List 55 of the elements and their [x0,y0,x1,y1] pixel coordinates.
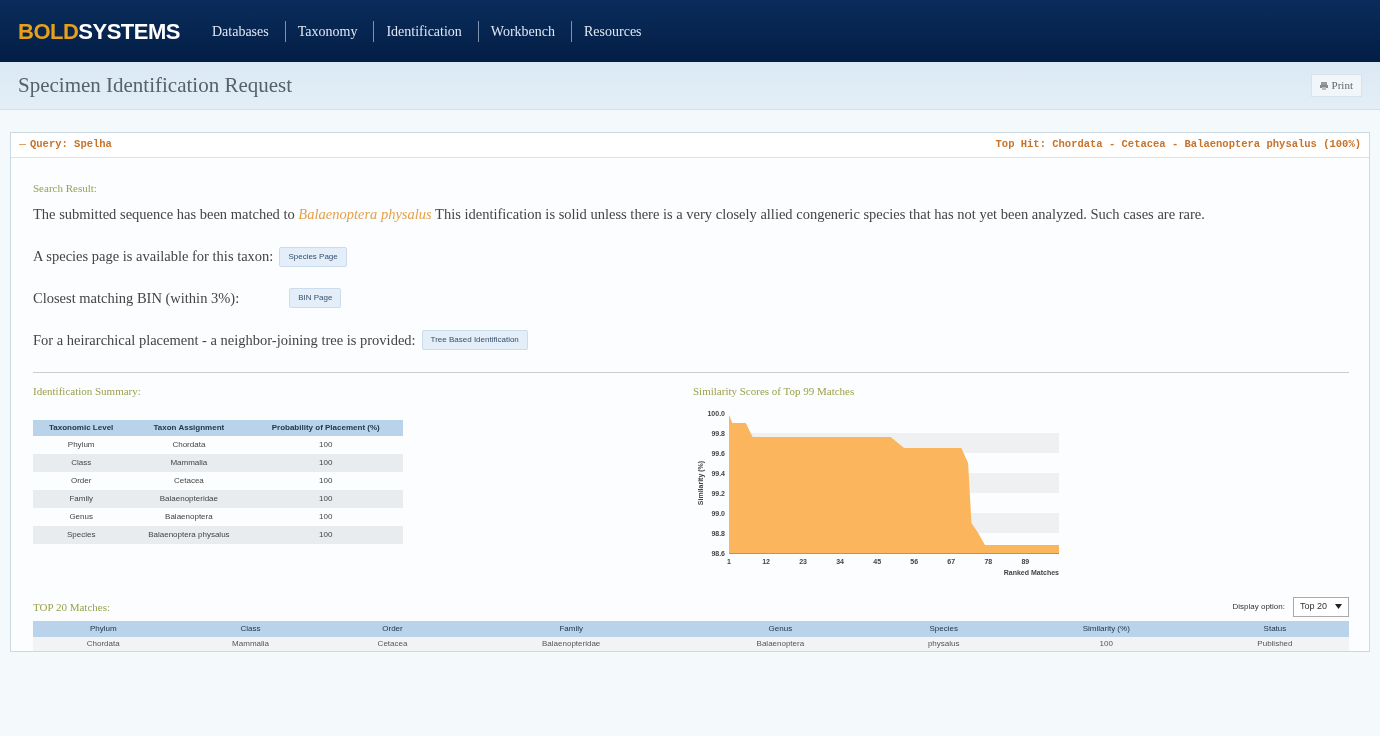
table-cell: 100 [248,471,403,490]
logo[interactable]: BOLDSYSTEMS [18,14,180,48]
column-header: Genus [684,620,876,637]
nav-link[interactable]: Taxonomy [284,20,358,42]
table-cell: Phylum [33,435,130,454]
page-title: Specimen Identification Request [18,72,293,99]
table-cell: Cetacea [129,471,249,490]
column-header: Similarity (%) [1011,620,1201,637]
table-cell: 100 [248,489,403,508]
info-text: For a heirarchical placement - a neighbor-joining tree is provided: [33,330,416,350]
nav-link[interactable]: Identification [373,20,462,42]
table-cell: Balaenoptera physalus [129,525,249,544]
table-cell: Class [33,453,130,472]
print-button[interactable]: Print [1310,74,1362,97]
nav-link[interactable]: Workbench [477,20,556,42]
table-cell: Genus [33,507,130,526]
table-cell: Chordata [129,435,249,454]
info-text: A species page is available for this taxon: [33,247,274,267]
table-cell: 100 [248,507,403,526]
column-header: Status [1200,620,1349,637]
column-header: Taxon Assignment [129,419,249,436]
table-cell: Mammalia [129,453,249,472]
table-cell: Balaenoptera [129,507,249,526]
printer-icon [1319,81,1328,90]
query-label: Query: Spelha [30,137,112,152]
link-button[interactable]: Species Page [279,246,347,267]
section-heading: Identification Summary: [33,383,142,399]
display-option-select[interactable]: Top 20 [1292,597,1349,617]
table-cell: 100 [248,435,403,454]
section-heading: TOP 20 Matches: [33,599,110,615]
column-header: Species [875,620,1012,637]
table-cell: Species [33,525,130,544]
chart-title: Similarity Scores of Top 99 Matches [693,383,856,399]
table-cell: Order [33,471,130,490]
info-text: Closest matching BIN (within 3%): [33,288,240,308]
table-cell: 100 [248,453,403,472]
column-header: Class [173,620,328,637]
nav-link[interactable]: Databases [211,20,269,42]
table-cell: Family [33,489,130,508]
caret-icon [1335,604,1342,610]
column-header: Family [457,620,685,637]
link-button[interactable]: BIN Page [289,288,342,309]
column-header: Taxonomic Level [33,419,130,436]
link-button[interactable]: Tree Based Identification [421,330,528,351]
table-cell: Balaenopteridae [129,489,249,508]
result-sentence: The submitted sequence has been matched to Balaenoptera physalus This identification is solid unless there is a very closely allied congeneric species that has not yet been analyzed. Such cases are rare. [33,205,1206,225]
section-heading: Search Result: [33,180,98,196]
column-header: Order [327,620,458,637]
nav-link[interactable]: Resources [571,20,642,42]
table-cell: 100 [248,525,403,544]
top-hit-label: Top Hit: Chordata - Cetacea - Balaenoptera physalus (100%) [995,137,1361,152]
display-option-label: Display option: [1232,600,1285,613]
query-header[interactable]: Query: Spelha Top Hit: Chordata - Cetacea - Balaenoptera physalus (100%) [11,133,1369,158]
column-header: Phylum [33,620,174,637]
column-header: Probability of Placement (%) [248,419,403,436]
